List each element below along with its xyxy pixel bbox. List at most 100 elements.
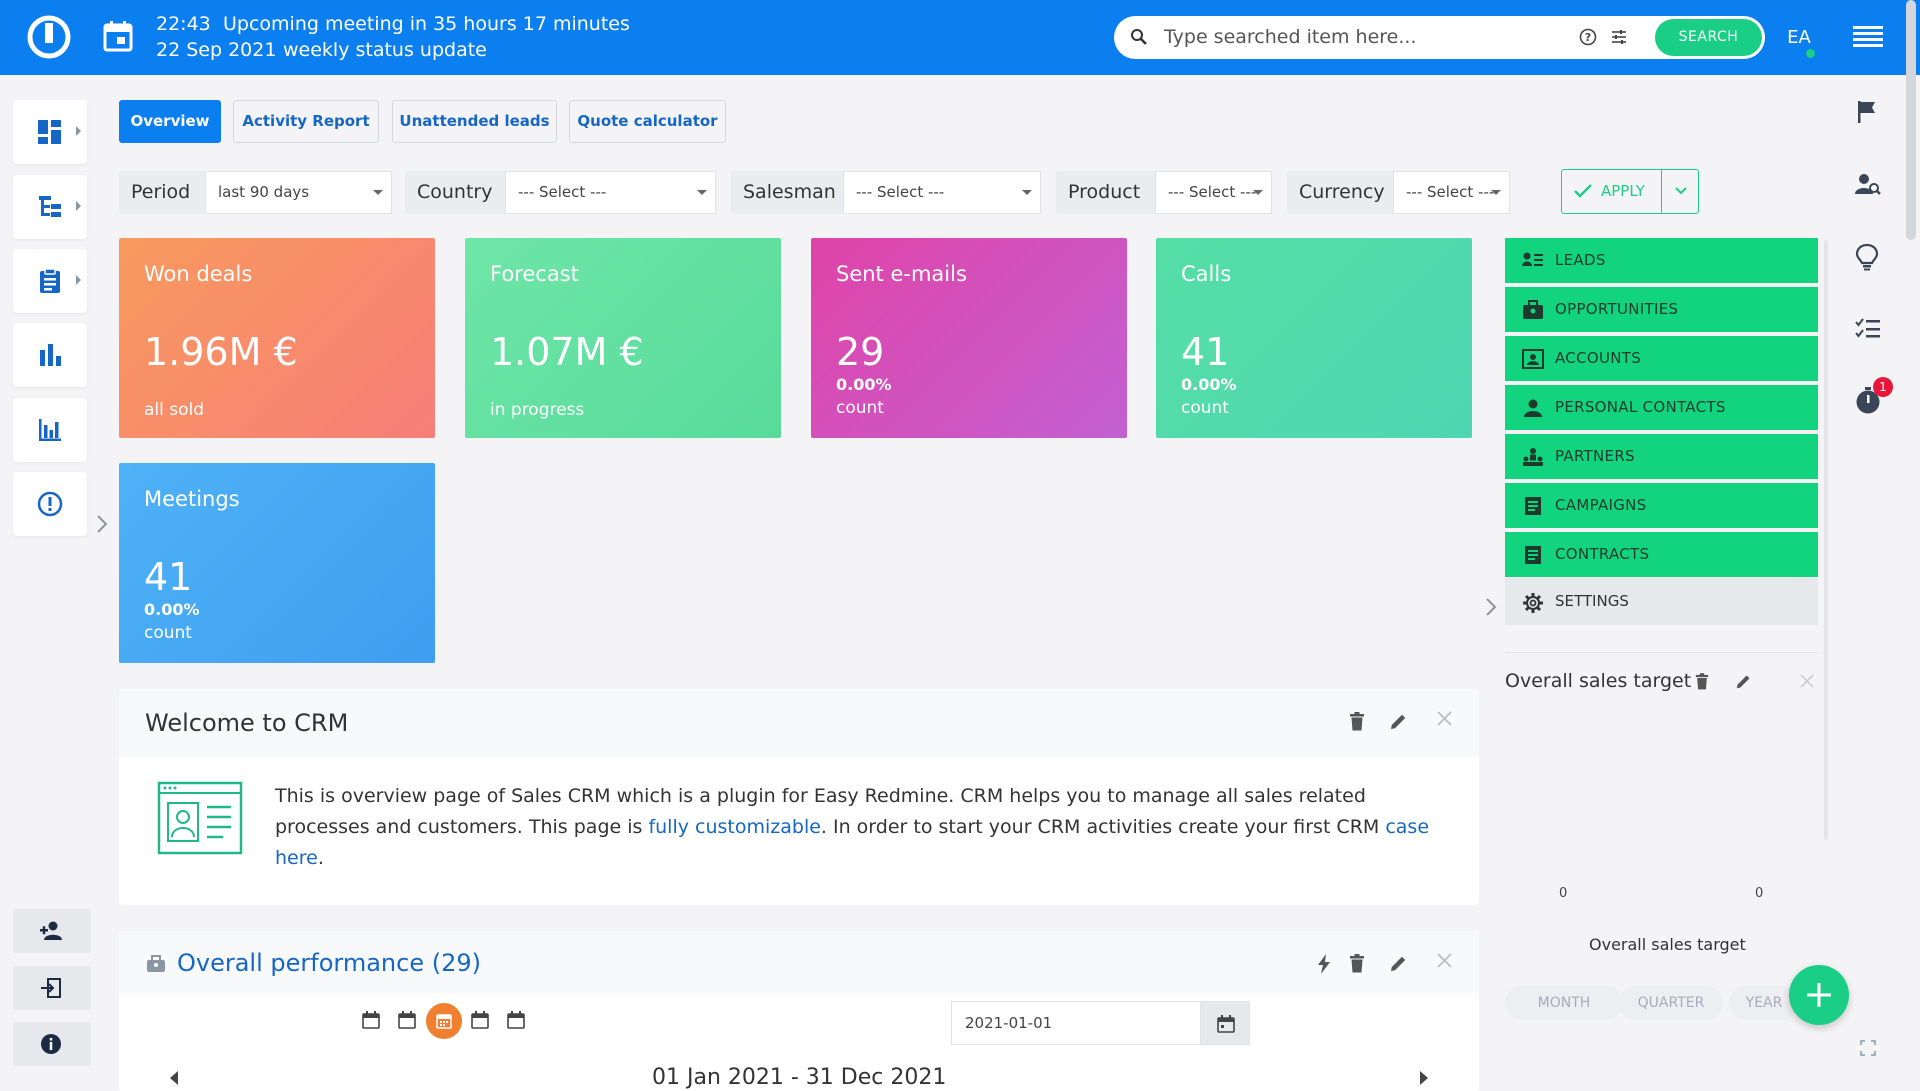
meeting-date: 22 Sep 2021 (156, 39, 277, 61)
meetings-card[interactable]: Meetings 41 0.00% count (119, 463, 435, 663)
add-user-button[interactable] (13, 909, 91, 953)
welcome-panel: Welcome to CRM This is overview page of … (119, 689, 1479, 905)
calendar-week-icon[interactable] (398, 1011, 416, 1029)
check-icon (1574, 184, 1592, 198)
page-scrollbar[interactable] (1906, 0, 1916, 240)
menu-item-label: CAMPAIGNS (1555, 496, 1647, 514)
date-range: 01 Jan 2021 - 31 Dec 2021 (652, 1065, 947, 1090)
expand-arrow-icon (76, 275, 81, 285)
calls-card[interactable]: Calls 41 0.00% count (1156, 238, 1472, 438)
close-icon[interactable] (1437, 953, 1452, 968)
menu-item-personal-contacts[interactable]: PERSONAL CONTACTS (1505, 385, 1818, 430)
calendar-icon[interactable] (103, 20, 133, 52)
currency-select[interactable]: --- Select --- (1393, 171, 1510, 214)
menu-item-opportunities[interactable]: OPPORTUNITIES (1505, 287, 1818, 332)
apply-dropdown-button[interactable] (1661, 169, 1699, 214)
login-button[interactable] (13, 966, 91, 1010)
performance-title[interactable]: Overall performance (29) (177, 949, 481, 977)
apply-button[interactable]: APPLY (1561, 169, 1662, 214)
divider (1505, 652, 1818, 653)
logo-icon[interactable] (26, 14, 72, 60)
tab-activity-report[interactable]: Activity Report (233, 100, 379, 143)
calendar-day-icon[interactable] (362, 1011, 380, 1029)
welcome-text-part: . (317, 847, 324, 869)
won-deals-card[interactable]: Won deals 1.96M € all sold (119, 238, 435, 438)
country-value: --- Select --- (518, 183, 607, 201)
salesman-select[interactable]: --- Select --- (843, 171, 1041, 214)
forecast-card[interactable]: Forecast 1.07M € in progress (465, 238, 781, 438)
panel-scrollbar[interactable] (1824, 240, 1828, 840)
filter-settings-icon[interactable] (1610, 28, 1628, 46)
close-icon[interactable] (1800, 674, 1814, 688)
checklist-icon[interactable] (1855, 318, 1881, 340)
chevron-right-icon[interactable] (1484, 597, 1498, 617)
search-box: ? SEARCH (1114, 16, 1765, 59)
product-select[interactable]: --- Select --- (1155, 171, 1272, 214)
period-month-button[interactable]: MONTH (1505, 986, 1623, 1020)
calendar-quarter-icon[interactable] (471, 1011, 489, 1029)
menu-item-contracts[interactable]: CONTRACTS (1505, 532, 1818, 577)
menu-item-leads[interactable]: LEADS (1505, 238, 1818, 283)
add-button[interactable] (1789, 965, 1849, 1025)
sidebar-item-charts[interactable] (13, 398, 87, 462)
sent-emails-card[interactable]: Sent e-mails 29 0.00% count (811, 238, 1127, 438)
card-value: 41 (144, 555, 193, 599)
user-search-icon[interactable] (1855, 172, 1881, 198)
chevron-down-icon (373, 190, 383, 195)
card-subtitle: all sold (144, 400, 205, 420)
svg-text:?: ? (1585, 31, 1591, 44)
menu-item-campaigns[interactable]: CAMPAIGNS (1505, 483, 1818, 528)
tab-unattended-leads[interactable]: Unattended leads (392, 100, 557, 143)
date-picker-button[interactable] (1200, 1001, 1250, 1045)
country-label: Country (405, 171, 505, 214)
tab-quote-calculator[interactable]: Quote calculator (569, 100, 726, 143)
person-icon (1522, 398, 1544, 418)
info-button[interactable] (13, 1022, 91, 1066)
help-icon[interactable]: ? (1579, 28, 1597, 46)
chevron-right-icon[interactable] (95, 514, 109, 534)
card-value: 1.96M € (144, 330, 298, 374)
meeting-countdown[interactable]: Upcoming meeting in 35 hours 17 minutes (223, 13, 630, 35)
country-select[interactable]: --- Select --- (505, 171, 716, 214)
welcome-header: Welcome to CRM (119, 689, 1479, 757)
salesman-value: --- Select --- (856, 183, 945, 201)
chevron-down-icon (1675, 187, 1687, 195)
sidebar-item-alerts[interactable] (13, 472, 87, 536)
customizable-link[interactable]: fully customizable (648, 816, 820, 838)
trash-icon[interactable] (1349, 954, 1365, 973)
date-input[interactable]: 2021-01-01 (951, 1001, 1201, 1045)
search-button[interactable]: SEARCH (1655, 19, 1762, 56)
next-period-icon[interactable] (1419, 1071, 1429, 1085)
sidebar-item-dashboard[interactable] (13, 100, 87, 164)
top-bar: 22:43 Upcoming meeting in 35 hours 17 mi… (0, 0, 1920, 75)
lightning-icon[interactable] (1317, 954, 1331, 974)
hamburger-menu-icon[interactable] (1853, 25, 1883, 49)
previous-period-icon[interactable] (169, 1071, 179, 1085)
period-quarter-button[interactable]: QUARTER (1619, 986, 1723, 1020)
lightbulb-icon[interactable] (1855, 243, 1879, 271)
sales-target-title: Overall sales target (1505, 670, 1692, 692)
sidebar-item-hierarchy[interactable] (13, 175, 87, 239)
sidebar-item-tasks[interactable] (13, 249, 87, 313)
search-input[interactable] (1164, 22, 1564, 52)
calendar-year-icon[interactable] (507, 1011, 525, 1029)
meeting-title[interactable]: weekly status update (283, 39, 487, 61)
menu-item-accounts[interactable]: ACCOUNTS (1505, 336, 1818, 381)
online-status-dot (1804, 47, 1817, 60)
trash-icon[interactable] (1349, 712, 1365, 731)
pencil-icon[interactable] (1389, 954, 1408, 973)
menu-item-partners[interactable]: PARTNERS (1505, 434, 1818, 479)
tab-overview[interactable]: Overview (119, 100, 221, 143)
sidebar-item-reports[interactable] (13, 323, 87, 387)
close-icon[interactable] (1437, 711, 1452, 726)
menu-item-settings[interactable]: SETTINGS (1505, 578, 1818, 625)
fullscreen-icon[interactable] (1860, 1040, 1876, 1056)
period-select[interactable]: last 90 days (205, 171, 392, 214)
chevron-down-icon (1022, 190, 1032, 195)
pencil-icon[interactable] (1735, 673, 1752, 690)
flag-icon[interactable] (1855, 100, 1879, 124)
expand-arrow-icon (76, 201, 81, 211)
pencil-icon[interactable] (1389, 712, 1408, 731)
trash-icon[interactable] (1695, 673, 1709, 690)
calendar-month-button[interactable] (426, 1003, 462, 1039)
